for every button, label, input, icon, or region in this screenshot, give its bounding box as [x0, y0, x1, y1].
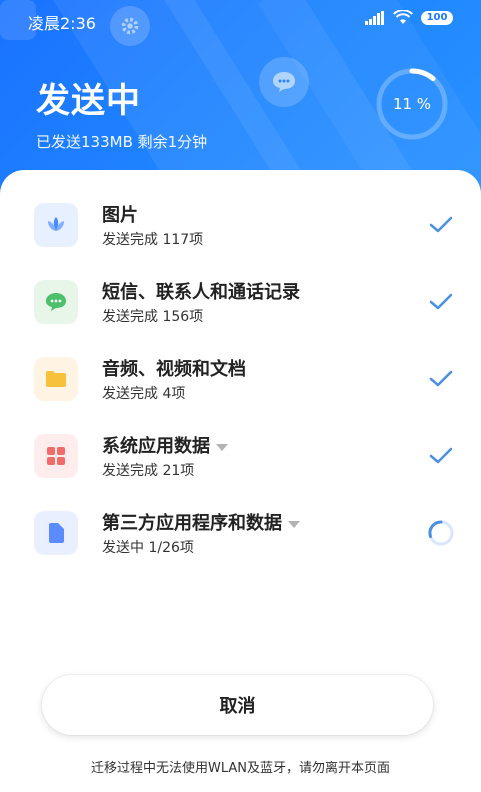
- item-title: 第三方应用程序和数据: [102, 509, 300, 535]
- message-icon: [34, 280, 78, 324]
- progress-percent: 11 %: [392, 95, 432, 113]
- list-item-sms-contacts-calls: 短信、联系人和通话记录 发送完成 156项: [0, 271, 481, 331]
- item-status: 发送完成 117项: [102, 232, 204, 248]
- item-title: 图片: [102, 205, 138, 226]
- check-icon: [429, 447, 453, 464]
- flower-icon: [34, 203, 78, 247]
- battery-icon: 100: [421, 10, 453, 25]
- status-time: 凌晨2:36: [28, 14, 96, 33]
- transfer-summary: 已发送133MB 剩余1分钟: [36, 133, 208, 151]
- signal-icon: [365, 10, 384, 25]
- item-status: 发送中 1/26项: [102, 540, 194, 556]
- item-title: 短信、联系人和通话记录: [102, 282, 300, 303]
- item-title: 系统应用数据: [102, 432, 228, 458]
- wifi-icon: [393, 10, 413, 24]
- status-bar: 凌晨2:36 100: [0, 0, 481, 38]
- check-icon: [429, 293, 453, 310]
- check-icon: [429, 216, 453, 233]
- expand-arrow-icon[interactable]: [216, 443, 228, 451]
- check-icon: [429, 370, 453, 387]
- folder-icon: [34, 357, 78, 401]
- background-chat-icon: [259, 57, 309, 107]
- cancel-button[interactable]: 取消: [42, 675, 433, 735]
- list-item-third-party-apps[interactable]: 第三方应用程序和数据 发送中 1/26项: [0, 502, 481, 562]
- item-status: 发送完成 156项: [102, 309, 204, 325]
- list-item-audio-video-docs: 音频、视频和文档 发送完成 4项: [0, 348, 481, 408]
- list-item-system-app-data[interactable]: 系统应用数据 发送完成 21项: [0, 425, 481, 485]
- list-item-photos: 图片 发送完成 117项: [0, 194, 481, 254]
- apps-icon: [34, 434, 78, 478]
- warning-note: 迁移过程中无法使用WLAN及蓝牙，请勿离开本页面: [90, 761, 390, 776]
- loading-spinner-icon: [428, 520, 454, 546]
- file-icon: [34, 511, 78, 555]
- expand-arrow-icon[interactable]: [288, 520, 300, 528]
- item-title: 音频、视频和文档: [102, 359, 246, 380]
- item-status: 发送完成 4项: [102, 386, 186, 402]
- item-status: 发送完成 21项: [102, 463, 195, 479]
- page-title: 发送中: [36, 81, 141, 121]
